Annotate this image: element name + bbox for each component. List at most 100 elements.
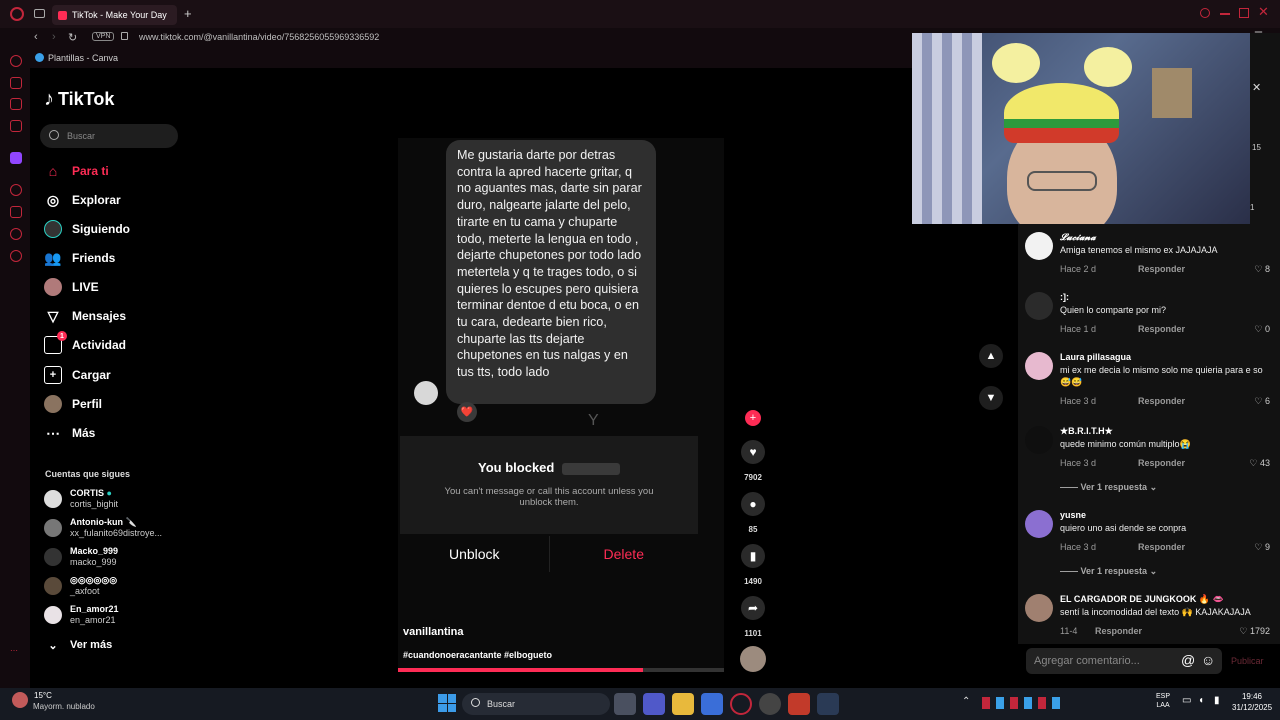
follow-plus-icon[interactable]: +: [745, 410, 761, 426]
see-replies-button[interactable]: —— Ver 1 respuesta ⌄: [1060, 482, 1157, 493]
search-box[interactable]: Buscar: [40, 124, 178, 148]
nav-live[interactable]: LIVE: [44, 276, 99, 298]
battery-icon[interactable]: ▮: [1214, 695, 1220, 706]
save-button[interactable]: ▮: [741, 544, 765, 568]
temperature[interactable]: 15°C: [34, 691, 52, 700]
messenger-icon[interactable]: [10, 98, 22, 110]
comment-like[interactable]: ♡ 8: [1254, 264, 1270, 275]
video-hashtags[interactable]: #cuandonoeracantante #elbogueto: [403, 650, 552, 660]
previous-video-button[interactable]: ▲: [979, 344, 1003, 368]
following-account[interactable]: Macko_999 macko_999: [44, 546, 118, 568]
tray-icons[interactable]: [982, 697, 1064, 709]
weather-text[interactable]: Mayorm. nublado: [33, 702, 95, 711]
video-progress-track[interactable]: [398, 668, 724, 672]
mention-icon[interactable]: @: [1181, 652, 1195, 668]
reload-icon[interactable]: ↻: [68, 31, 77, 44]
delete-button[interactable]: Delete: [550, 536, 699, 572]
nav-mas[interactable]: ⋯ Más: [44, 422, 95, 444]
nav-actividad[interactable]: 1 Actividad: [44, 331, 126, 356]
comment-input[interactable]: Agregar comentario... @ ☺: [1026, 648, 1222, 674]
publish-button[interactable]: Publicar: [1231, 656, 1264, 666]
instagram-icon[interactable]: [10, 120, 22, 132]
taskbar-search[interactable]: Buscar: [462, 693, 610, 715]
history-icon[interactable]: [10, 228, 22, 240]
see-more-following[interactable]: ⌄ Ver más: [44, 634, 112, 656]
close-icon[interactable]: ✕: [1252, 81, 1261, 94]
teams-icon[interactable]: [643, 693, 665, 715]
reply-button[interactable]: Responder: [1138, 324, 1185, 334]
avatar[interactable]: [1025, 594, 1053, 622]
microphone-icon[interactable]: [788, 693, 810, 715]
see-replies-button[interactable]: —— Ver 1 respuesta ⌄: [1060, 566, 1157, 577]
avatar[interactable]: [1025, 426, 1053, 454]
nav-friends[interactable]: 👥 Friends: [44, 247, 115, 269]
avatar[interactable]: [1025, 352, 1053, 380]
tiktok-logo[interactable]: ♪ TikTok: [44, 88, 114, 111]
video-author[interactable]: vanillantina: [403, 626, 464, 638]
search-input[interactable]: Buscar: [67, 131, 95, 141]
bookmark-canva[interactable]: Plantillas - Canva: [48, 53, 118, 63]
clock[interactable]: 19:46 31/12/2025: [1232, 691, 1272, 713]
comment-like[interactable]: ♡ 43: [1249, 458, 1270, 469]
pinboard-icon[interactable]: [10, 206, 22, 218]
reply-button[interactable]: Responder: [1138, 542, 1185, 552]
avatar[interactable]: [1025, 292, 1053, 320]
steam-icon[interactable]: [817, 693, 839, 715]
nav-perfil[interactable]: Perfil: [44, 393, 102, 415]
unblock-button[interactable]: Unblock: [400, 536, 550, 572]
search-tabs-icon[interactable]: [1200, 8, 1210, 18]
chevron-up-icon[interactable]: ⌃: [962, 696, 970, 707]
minimize-icon[interactable]: [1220, 13, 1230, 15]
back-icon[interactable]: ‹: [34, 31, 38, 43]
file-explorer-icon[interactable]: [672, 693, 694, 715]
avatar[interactable]: [1025, 510, 1053, 538]
reply-button[interactable]: Responder: [1138, 264, 1185, 274]
maximize-icon[interactable]: [1239, 8, 1249, 18]
workspaces-icon[interactable]: [34, 9, 45, 18]
comment-like[interactable]: ♡ 9: [1254, 542, 1270, 553]
reply-button[interactable]: Responder: [1138, 396, 1185, 406]
url-field[interactable]: www.tiktok.com/@vanillantina/video/75682…: [139, 32, 379, 42]
opera-taskbar-icon[interactable]: [730, 693, 752, 715]
emoji-icon[interactable]: ☺: [1201, 652, 1215, 668]
twitch-icon[interactable]: [10, 152, 22, 164]
nav-siguiendo[interactable]: Siguiendo: [44, 218, 130, 240]
following-account[interactable]: En_amor21 en_amor21: [44, 604, 119, 626]
weather-icon[interactable]: [12, 692, 28, 708]
comment-like[interactable]: ♡ 0: [1254, 324, 1270, 335]
avatar[interactable]: [1025, 232, 1053, 260]
settings-icon[interactable]: [10, 250, 22, 262]
comment-button[interactable]: ●: [741, 492, 765, 516]
nav-mensajes[interactable]: ▽ Mensajes: [44, 305, 126, 327]
comment-like[interactable]: ♡ 6: [1254, 396, 1270, 407]
music-disc[interactable]: [740, 646, 766, 672]
next-video-button[interactable]: ▼: [979, 386, 1003, 410]
opera-logo-icon[interactable]: [10, 7, 24, 21]
bag-icon[interactable]: [10, 77, 22, 89]
close-window-icon[interactable]: ✕: [1258, 4, 1269, 20]
reply-button[interactable]: Responder: [1138, 458, 1185, 468]
like-button[interactable]: ♥: [741, 440, 765, 464]
discord-icon[interactable]: [759, 693, 781, 715]
nav-para-ti[interactable]: ⌂ Para ti: [44, 160, 109, 182]
task-view-icon[interactable]: [614, 693, 636, 715]
more-side-icon[interactable]: ⋯: [10, 646, 18, 655]
store-icon[interactable]: [701, 693, 723, 715]
player-icon[interactable]: [10, 184, 22, 196]
new-tab-icon[interactable]: +: [184, 6, 192, 21]
comment-like[interactable]: ♡ 1792: [1239, 626, 1270, 637]
share-button[interactable]: ➦: [741, 596, 765, 620]
vpn-badge[interactable]: VPN: [92, 32, 115, 41]
language-indicator[interactable]: ESP LAA: [1156, 692, 1170, 710]
nav-explorar[interactable]: ◎ Explorar: [44, 189, 121, 211]
nav-cargar[interactable]: + Cargar: [44, 364, 111, 386]
following-account[interactable]: CORTIS ● cortis_bighit: [44, 488, 118, 510]
ai-icon[interactable]: [10, 55, 22, 67]
following-account[interactable]: ◎◎◎◎◎◎ _axfoot: [44, 575, 117, 597]
volume-icon[interactable]: ◖: [1198, 695, 1204, 706]
forward-icon[interactable]: ›: [52, 31, 56, 43]
browser-tab[interactable]: TikTok - Make Your Day: [52, 5, 177, 25]
windows-start-icon[interactable]: [438, 694, 456, 712]
following-account[interactable]: Antonio-kun 🔪 xx_fulanito69distroye...: [44, 517, 162, 539]
network-icon[interactable]: ▭: [1182, 695, 1191, 706]
